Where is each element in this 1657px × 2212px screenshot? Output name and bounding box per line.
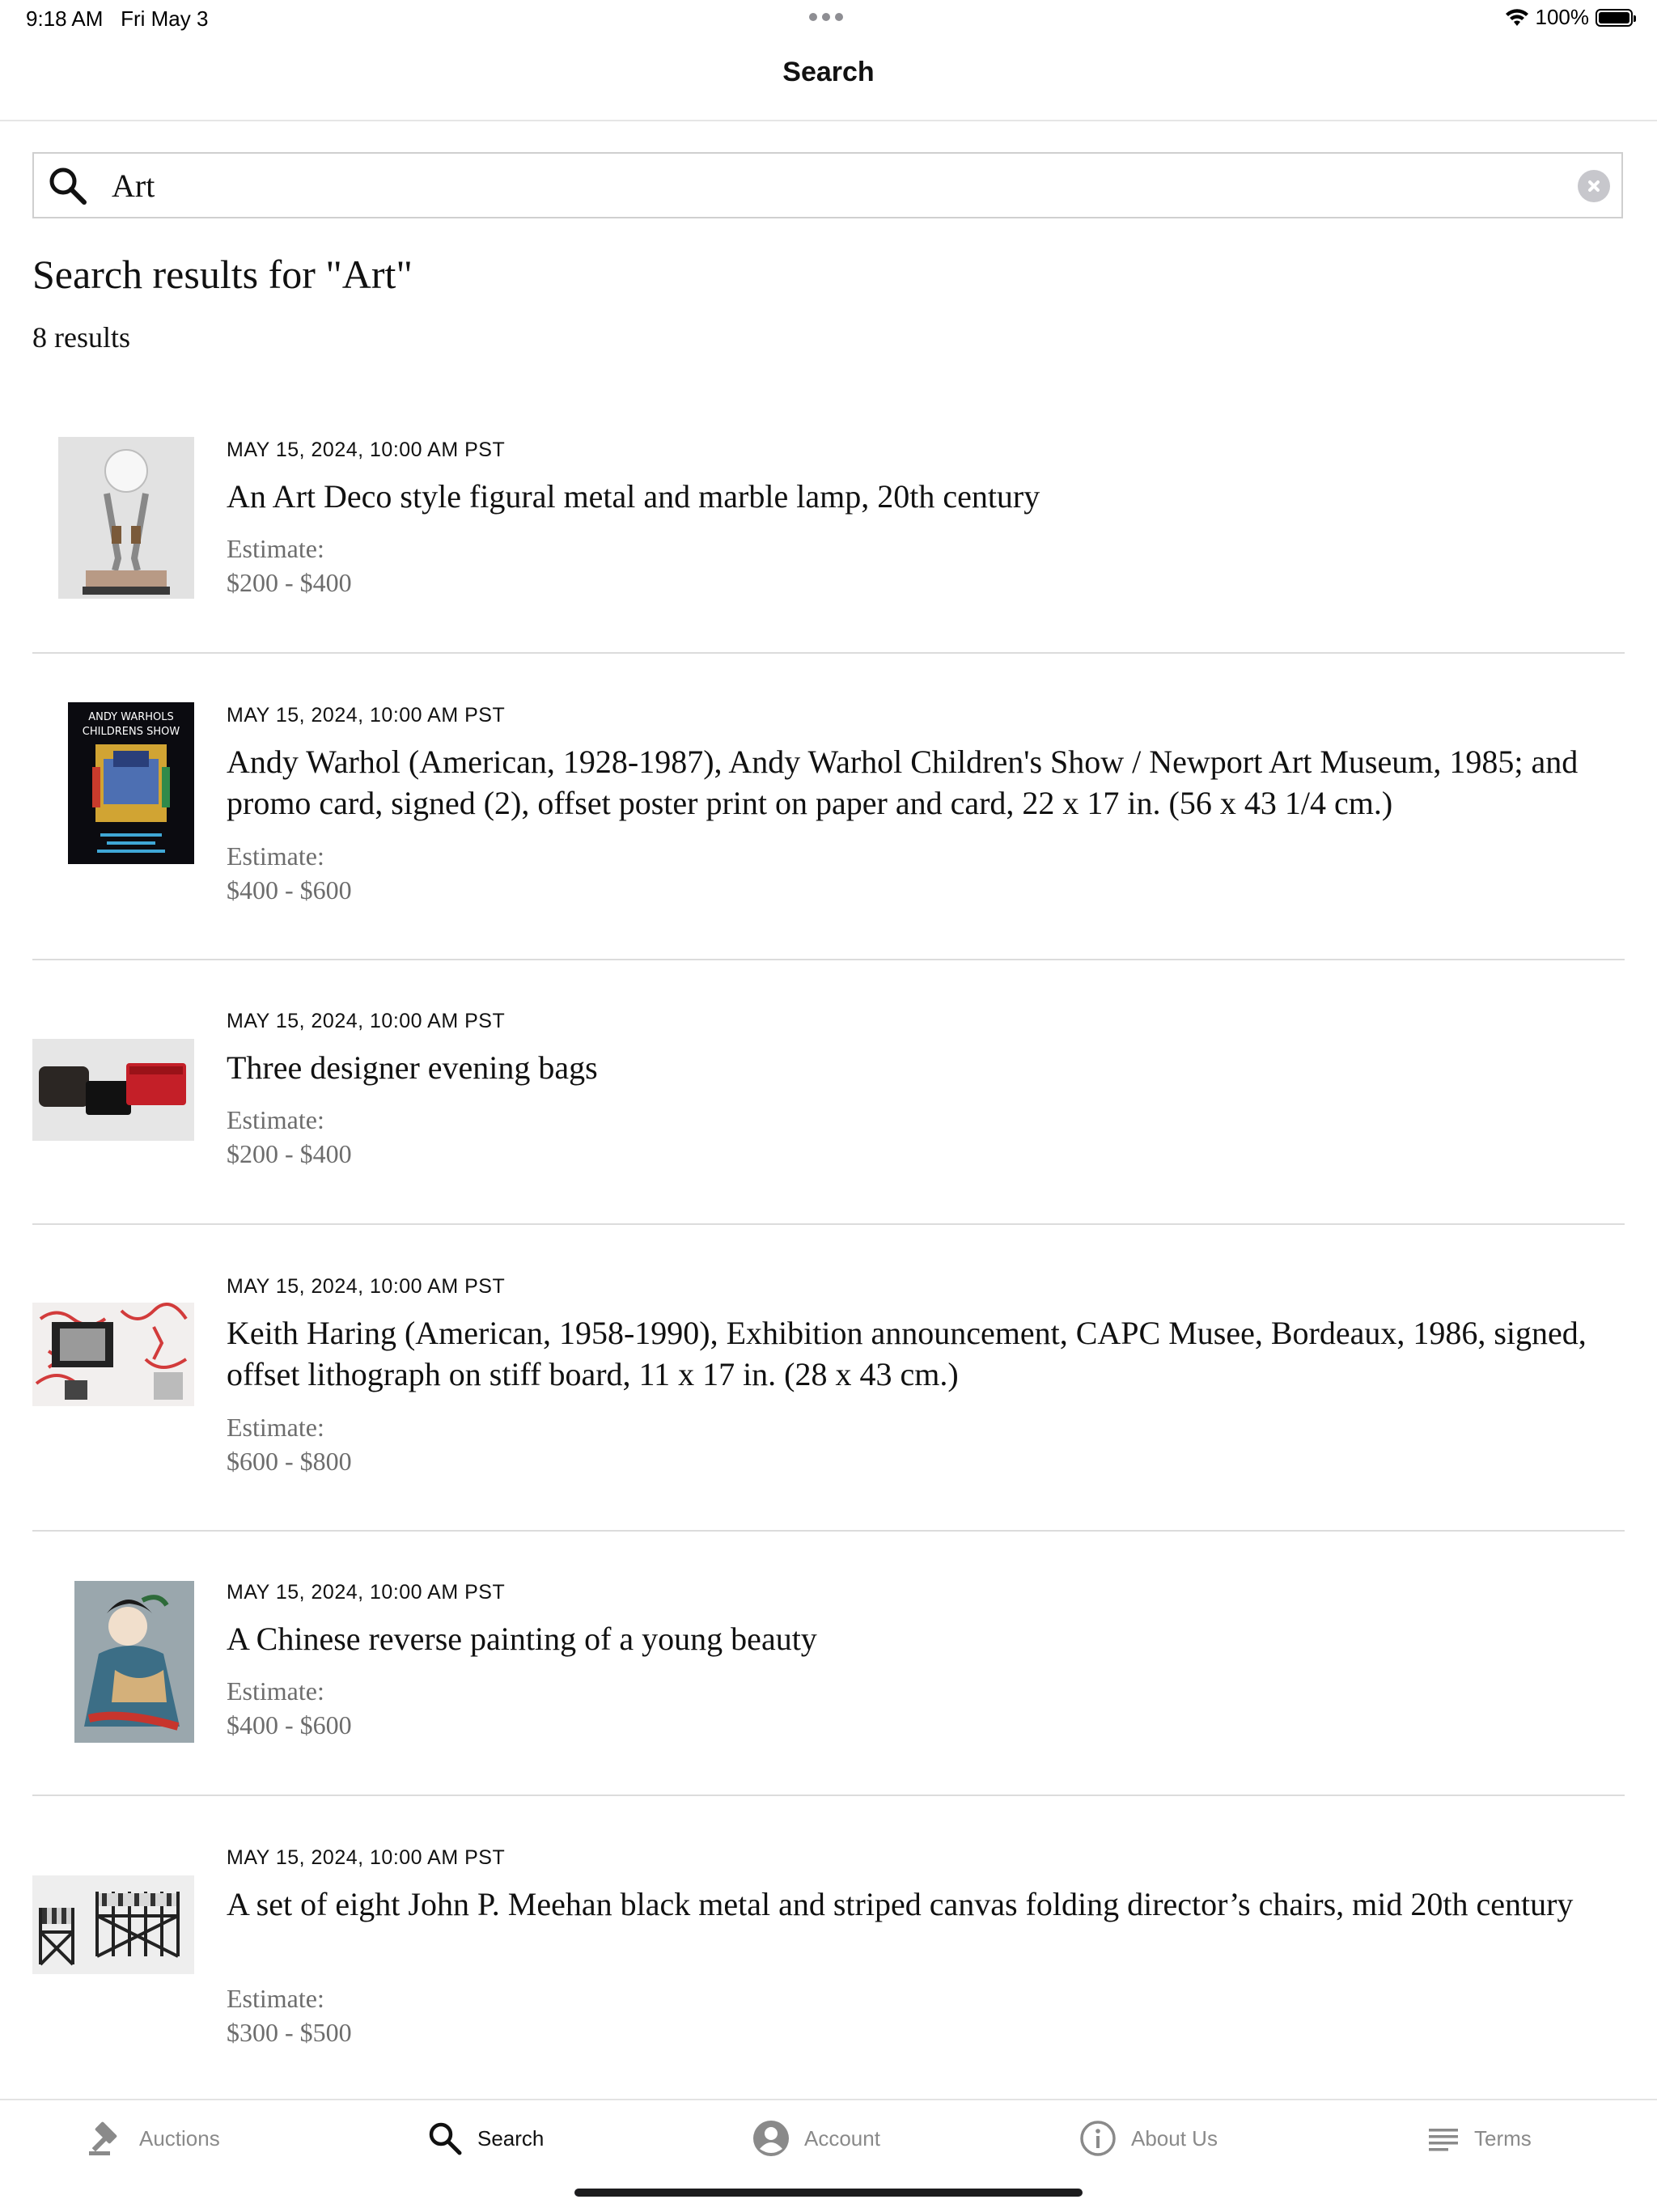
result-title[interactable]: A Chinese reverse painting of a young be… (227, 1618, 1602, 1659)
result-divider (32, 959, 1625, 960)
multitasking-dots-icon[interactable] (809, 13, 843, 21)
estimate-label: Estimate: (227, 1676, 324, 1706)
result-thumbnail (32, 1303, 194, 1406)
result-divider (32, 1530, 1625, 1532)
status-clock: 9:18 AM (26, 6, 104, 31)
result-date: MAY 15, 2024, 10:00 AM PST (227, 1010, 506, 1032)
search-input[interactable] (112, 154, 1552, 217)
estimate-value: $600 - $800 (227, 1447, 352, 1476)
estimate-value: $400 - $600 (227, 875, 352, 905)
estimate-value: $400 - $600 (227, 1710, 352, 1740)
result-thumbnail (74, 1581, 194, 1743)
estimate-label: Estimate: (227, 1105, 324, 1134)
result-thumbnail (32, 1039, 194, 1141)
result-thumbnail (58, 437, 194, 599)
tab-auctions[interactable]: Auctions (86, 2118, 220, 2159)
list-icon (1429, 2129, 1458, 2151)
page-title: Search (782, 57, 875, 87)
estimate-label: Estimate: (227, 841, 324, 871)
result-title[interactable]: Andy Warhol (American, 1928-1987), Andy … (227, 741, 1602, 824)
estimate-value: $300 - $500 (227, 2018, 352, 2047)
status-time: 9:18 AM Fri May 3 (26, 6, 208, 32)
estimate-value: $200 - $400 (227, 568, 352, 597)
result-date: MAY 15, 2024, 10:00 AM PST (227, 1581, 506, 1604)
tab-search[interactable]: Search (427, 2118, 544, 2159)
results-count: 8 results (32, 321, 130, 354)
result-title[interactable]: Three designer evening bags (227, 1047, 1602, 1088)
tab-label: Terms (1474, 2125, 1532, 2151)
search-icon (429, 2122, 462, 2155)
results-heading: Search results for "Art" (32, 252, 413, 297)
tab-label: Auctions (139, 2125, 220, 2151)
gavel-icon (89, 2121, 117, 2155)
result-thumbnail: ANDY WARHOLS CHILDRENS SHOW (68, 702, 194, 864)
estimate-value: $200 - $400 (227, 1139, 352, 1168)
tab-label: Search (477, 2125, 545, 2151)
result-date: MAY 15, 2024, 10:00 AM PST (227, 1275, 506, 1298)
info-icon (1080, 2121, 1116, 2156)
svg-text:ANDY WARHOLS: ANDY WARHOLS (88, 711, 174, 723)
result-thumbnail (32, 1875, 194, 1974)
home-indicator[interactable] (574, 2189, 1083, 2197)
result-title[interactable]: Keith Haring (American, 1958-1990), Exhi… (227, 1312, 1602, 1395)
tab-terms[interactable]: Terms (1427, 2118, 1532, 2159)
battery-icon (1596, 8, 1636, 27)
status-indicators: 100% (1505, 5, 1636, 30)
result-date: MAY 15, 2024, 10:00 AM PST (227, 439, 506, 461)
tab-label: About Us (1131, 2125, 1218, 2151)
result-date: MAY 15, 2024, 10:00 AM PST (227, 1846, 506, 1869)
search-box[interactable] (32, 152, 1623, 218)
status-date: Fri May 3 (121, 6, 209, 31)
clear-search-icon[interactable] (1578, 170, 1610, 202)
account-icon (753, 2121, 789, 2156)
nav-divider (0, 120, 1657, 121)
tab-about-us[interactable]: About Us (1079, 2118, 1218, 2159)
result-date: MAY 15, 2024, 10:00 AM PST (227, 704, 506, 727)
estimate-label: Estimate: (227, 1984, 324, 2013)
svg-text:CHILDRENS SHOW: CHILDRENS SHOW (83, 726, 180, 738)
result-divider (32, 1795, 1625, 1796)
estimate-label: Estimate: (227, 1413, 324, 1442)
wifi-icon (1505, 8, 1528, 26)
result-divider (32, 652, 1625, 654)
tab-label: Account (804, 2125, 880, 2151)
battery-percent: 100% (1535, 5, 1590, 29)
estimate-label: Estimate: (227, 534, 324, 563)
battery-fill (1599, 11, 1629, 23)
tab-account[interactable]: Account (752, 2118, 880, 2159)
result-title[interactable]: An Art Deco style figural metal and marb… (227, 476, 1602, 517)
result-title[interactable]: A set of eight John P. Meehan black meta… (227, 1884, 1602, 1925)
status-bar: 9:18 AM Fri May 3 100% (0, 0, 1657, 37)
result-divider (32, 1223, 1625, 1225)
search-icon (49, 167, 87, 205)
